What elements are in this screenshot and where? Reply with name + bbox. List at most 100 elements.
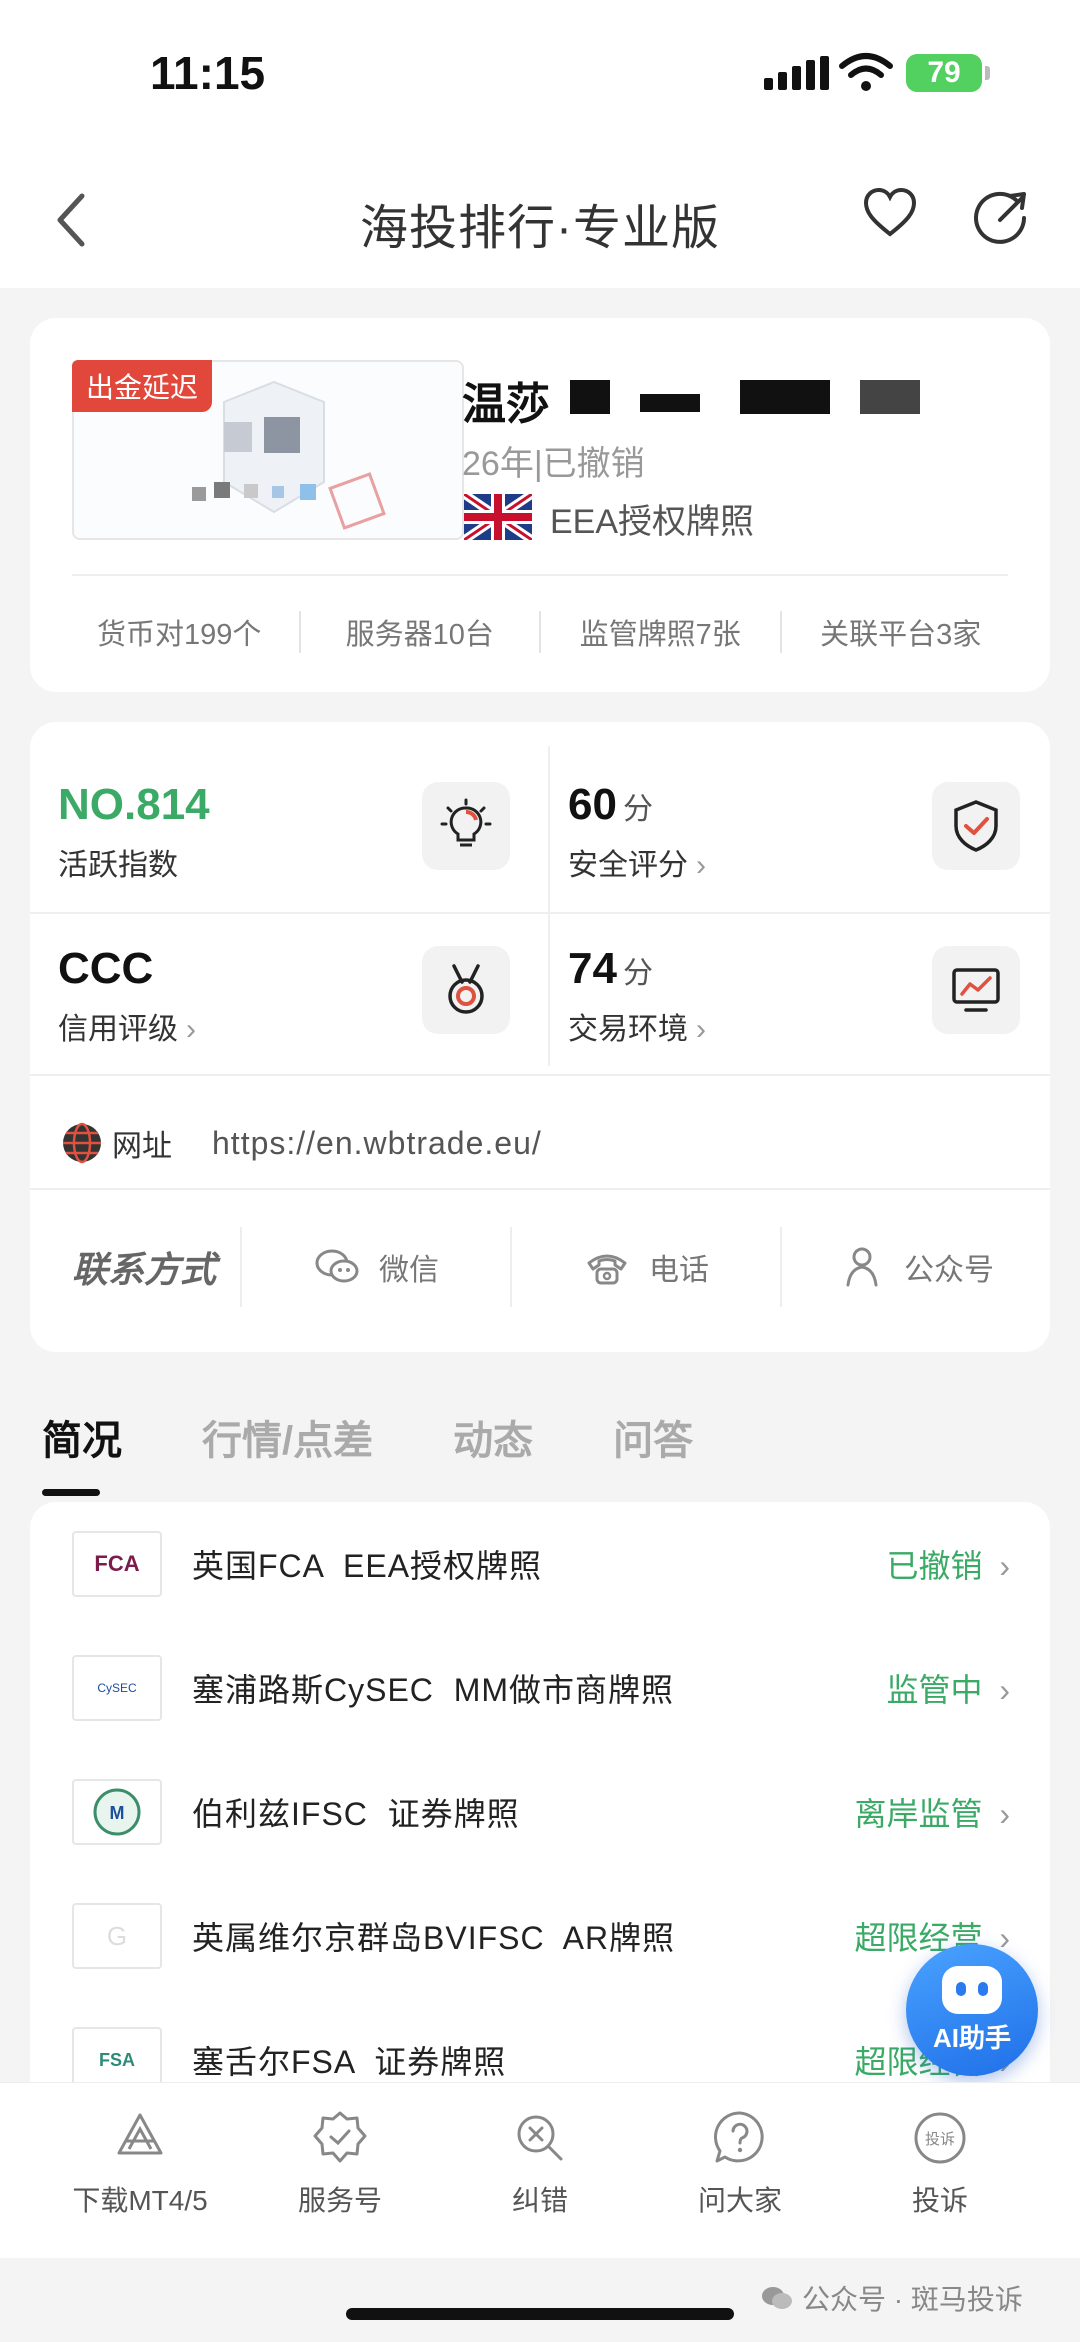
mt-platform-icon [117, 2113, 163, 2155]
battery-level: 79 [927, 56, 961, 89]
divider [72, 574, 1008, 576]
safety-score-number: 60 [568, 780, 617, 829]
signal-icon [764, 56, 829, 90]
license-type: EEA授权牌照 [550, 503, 755, 541]
trading-env-cell[interactable]: 74 分 交易环境 › [540, 886, 1050, 1050]
badge-check-icon [313, 2111, 367, 2163]
stat-related-platforms[interactable]: 关联平台3家 [782, 611, 1021, 653]
fsa-logo-text: FSA [99, 2049, 135, 2070]
contact-official-account-label: 公众号 [904, 1254, 994, 1287]
tab-service[interactable]: 服务号 [250, 2109, 430, 2258]
phone-icon [587, 1254, 627, 1285]
chevron-right-icon: › [990, 1548, 1010, 1584]
fca-logo: FCA [72, 1531, 162, 1597]
tab-ask-everyone[interactable]: 问大家 [650, 2109, 830, 2258]
bvifsc-logo: G [72, 1903, 162, 1969]
divider [30, 1188, 1050, 1190]
website-row[interactable]: 网址 https://en.wbtrade.eu/ [60, 1098, 542, 1188]
redaction-block [740, 380, 830, 414]
license-row[interactable]: FCA 英国FCA EEA授权牌照 已撤销 › [30, 1502, 1050, 1626]
trading-env-label: 交易环境 › [568, 1004, 706, 1048]
license-status: 已撤销 › [886, 1541, 1010, 1587]
broker-meta: 26年|已撤销 [462, 445, 645, 483]
score-unit: 分 [622, 957, 653, 990]
credit-rating-text: 信用评级 [58, 1013, 178, 1046]
license-row[interactable]: CySEC 塞浦路斯CySEC MM做市商牌照 监管中 › [30, 1626, 1050, 1750]
stat-licenses[interactable]: 监管牌照7张 [541, 611, 782, 653]
license-row[interactable]: FSA 塞舌尔FSA 证券牌照 超限经营 › [30, 1998, 1050, 2082]
contact-official-account[interactable]: 公众号 [780, 1227, 1050, 1307]
chevron-right-icon: › [696, 1013, 706, 1046]
tab-correction-label: 纠错 [511, 2185, 568, 2216]
share-icon[interactable] [970, 186, 1030, 246]
shield-check-icon [932, 782, 1020, 870]
license-status-text: 已撤销 [886, 1548, 983, 1584]
trading-env-number: 74 [568, 944, 617, 993]
stat-servers[interactable]: 服务器10台 [301, 611, 541, 653]
activity-index-label: 活跃指数 [58, 849, 178, 882]
tab-complaint[interactable]: 投诉 投诉 [850, 2109, 1030, 2258]
ifsc-seal-icon: M [93, 1788, 141, 1836]
tab-quotes-spread[interactable]: 行情/点差 [202, 1408, 373, 1466]
credit-rating-cell[interactable]: CCC 信用评级 › [30, 886, 540, 1050]
credit-rating-label: 信用评级 › [58, 1004, 196, 1048]
chevron-right-icon: › [990, 1796, 1010, 1832]
activity-index-cell[interactable]: NO.814 活跃指数 [30, 722, 540, 886]
tab-news[interactable]: 动态 [453, 1408, 533, 1466]
status-bar: 11:15 79 [0, 0, 1080, 150]
monitor-chart-icon [932, 946, 1020, 1034]
redaction-block [860, 380, 920, 414]
contact-phone[interactable]: 电话 [510, 1227, 780, 1307]
tab-overview[interactable]: 简况 [42, 1408, 122, 1496]
redaction-block [570, 380, 610, 414]
battery-icon: 79 [906, 54, 990, 92]
license-name: 塞浦路斯CySEC MM做市商牌照 [192, 1672, 675, 1708]
license-name: 英属维尔京群岛BVIFSC AR牌照 [192, 1920, 676, 1956]
safety-score-cell[interactable]: 60 分 安全评分 › [540, 722, 1050, 886]
page-title: 海投排行·专业版 [360, 202, 720, 255]
favorite-heart-icon[interactable] [862, 186, 918, 242]
contact-wechat-label: 微信 [379, 1254, 439, 1287]
content-tabs: 简况 行情/点差 动态 问答 [42, 1408, 693, 1496]
tab-complaint-label: 投诉 [911, 2185, 968, 2216]
broker-name: 温莎 [462, 380, 550, 429]
wifi-icon [839, 53, 893, 91]
tab-qa[interactable]: 问答 [613, 1408, 693, 1466]
license-row[interactable]: M 伯利兹IFSC 证券牌照 离岸监管 › [30, 1750, 1050, 1874]
complaint-badge-text: 投诉 [925, 2130, 955, 2148]
score-unit: 分 [622, 793, 653, 826]
safety-score-value: 60 分 [568, 780, 653, 830]
license-status: 监管中 › [886, 1665, 1010, 1711]
redaction-block [640, 394, 700, 412]
scores-card: NO.814 活跃指数 60 分 安全评分 › CCC 信用评级 › 74 分 … [30, 722, 1050, 1352]
status-time: 11:15 [150, 47, 266, 99]
website-url[interactable]: https://en.wbtrade.eu/ [212, 1125, 542, 1162]
cysec-logo: CySEC [72, 1655, 162, 1721]
question-bubble-icon [713, 2111, 764, 2163]
divider [30, 1074, 1050, 1076]
chevron-right-icon: › [696, 849, 706, 882]
search-x-icon [517, 2115, 563, 2161]
person-icon [846, 1247, 878, 1287]
license-status: 离岸监管 › [854, 1789, 1010, 1835]
trading-env-text: 交易环境 [568, 1013, 688, 1046]
bvifsc-logo-text: G [106, 1920, 128, 1951]
license-name: 伯利兹IFSC 证券牌照 [192, 1796, 520, 1832]
lightbulb-icon [422, 782, 510, 870]
wechat-icon [315, 1249, 359, 1283]
trading-env-value: 74 分 [568, 944, 653, 994]
license-status-text: 离岸监管 [854, 1796, 983, 1832]
tab-correction[interactable]: 纠错 [450, 2109, 630, 2258]
contact-wechat[interactable]: 微信 [240, 1227, 510, 1307]
tab-download-mt[interactable]: 下载MT4/5 [50, 2109, 230, 2258]
license-row[interactable]: G 英属维尔京群岛BVIFSC AR牌照 超限经营 › [30, 1874, 1050, 1998]
stat-currency-pairs[interactable]: 货币对199个 [60, 611, 301, 653]
ifsc-logo: M [72, 1779, 162, 1845]
complaint-badge-icon: 投诉 [914, 2112, 966, 2164]
broker-card: 出金延迟 温莎 26年|已撤销 EEA授权牌照 货币对199个 服务器10台 监… [30, 318, 1050, 692]
ai-assistant-button[interactable]: AI助手 [906, 1944, 1038, 2076]
tab-ask-everyone-label: 问大家 [697, 2185, 782, 2216]
license-name: 英国FCA EEA授权牌照 [192, 1548, 543, 1584]
tab-download-mt-label: 下载MT4/5 [72, 2185, 208, 2216]
divider [548, 746, 550, 1066]
